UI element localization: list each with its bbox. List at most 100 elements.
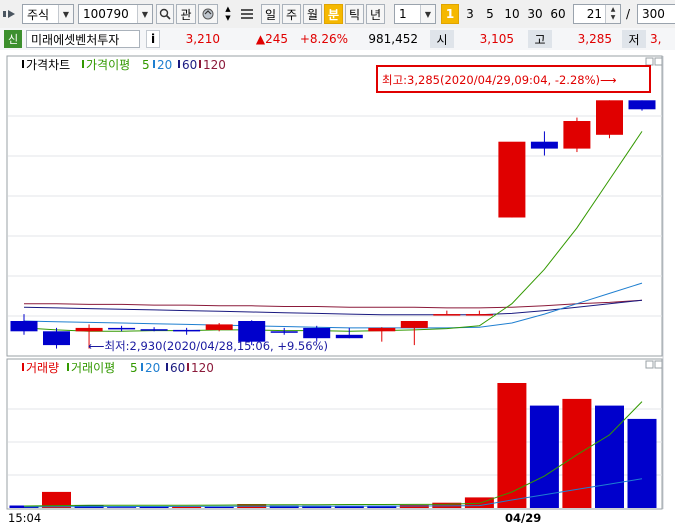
period-label: 주 — [285, 7, 298, 22]
interval-select[interactable]: 1 ▼ — [394, 4, 436, 24]
high-label: 고 — [528, 30, 552, 48]
legend-marker — [22, 363, 24, 371]
high-annotation-text: 최고:3,285(2020/04/29,09:04, -2.28%)⟶ — [382, 73, 617, 87]
change-percent: +8.26% — [292, 30, 348, 48]
legend-vol-ma5: 5 — [130, 361, 138, 375]
period-week-button[interactable]: 주 — [282, 4, 301, 24]
minute-5-button[interactable]: 5 — [481, 4, 499, 24]
low-annotation-text: ⟵최저:2,930(2020/04/28,15:06, +9.56%) — [88, 339, 328, 353]
count-spinner-icon[interactable]: ▲ ▼ — [605, 5, 620, 23]
volume-bar — [562, 398, 592, 508]
open-label-text: 시 — [436, 32, 448, 47]
legend-marker — [82, 60, 84, 68]
low-value: 3, — [650, 30, 675, 48]
candle-body — [628, 100, 656, 110]
market-type-select[interactable]: 주식 ▼ — [22, 4, 74, 24]
open-label: 시 — [430, 30, 454, 48]
close-icon[interactable] — [654, 360, 663, 369]
spin-up-icon[interactable]: ▲ — [225, 5, 230, 14]
sync-button[interactable] — [198, 4, 218, 24]
minute-label: 30 — [527, 7, 543, 21]
stock-code-input[interactable]: 100790 ▼ — [78, 4, 153, 24]
high-label-text: 고 — [534, 32, 546, 47]
minute-label: 3 — [466, 7, 474, 21]
chevron-down-icon: ▼ — [137, 5, 152, 23]
legend-marker — [22, 60, 24, 68]
period-month-button[interactable]: 월 — [303, 4, 322, 24]
legend-marker — [153, 60, 155, 68]
candle-body — [596, 100, 623, 135]
low-value-text: 3, — [650, 32, 662, 46]
legend-vol-ma-label: 거래이평 — [71, 361, 115, 375]
trade-volume: 981,452 — [352, 30, 418, 48]
close-icon[interactable] — [654, 57, 663, 66]
period-day-button[interactable]: 일 — [261, 4, 280, 24]
period-label: 일 — [264, 7, 277, 22]
x-axis-start-label: 15:04 — [8, 511, 41, 525]
count-separator: / — [623, 4, 633, 24]
minute-label: 5 — [486, 7, 494, 21]
legend-volume-title: 거래량 — [26, 361, 59, 375]
search-button[interactable] — [156, 4, 174, 24]
volume-bar — [204, 506, 234, 508]
minute-60-button[interactable]: 60 — [547, 4, 569, 24]
total-input[interactable]: 300 — [637, 4, 675, 24]
market-type-value: 주식 — [27, 7, 50, 22]
spin-down-icon[interactable]: ▼ — [225, 14, 230, 23]
volume-bar — [497, 383, 527, 508]
list-button[interactable] — [238, 4, 256, 24]
period-label: 분 — [327, 7, 340, 22]
legend-vol-ma120: 120 — [191, 361, 214, 375]
chevron-down-icon: ▼ — [58, 5, 73, 23]
link-arrow-icon[interactable] — [2, 4, 18, 24]
candle-body — [465, 314, 493, 316]
minimize-icon[interactable] — [645, 360, 654, 369]
period-year-button[interactable]: 년 — [366, 4, 385, 24]
low-label-text: 저 — [628, 32, 640, 47]
legend-vol-ma20: 20 — [145, 361, 160, 375]
chevron-down-icon: ▼ — [420, 5, 435, 23]
interval-value: 1 — [399, 7, 407, 21]
candle-body — [43, 331, 70, 346]
candle-body — [10, 321, 38, 332]
minute-1-button[interactable]: 1 — [441, 4, 459, 24]
period-tick-button[interactable]: 틱 — [345, 4, 364, 24]
code-spinner[interactable]: ▲ ▼ — [220, 4, 236, 24]
candle-body — [173, 329, 201, 332]
candle-body — [205, 324, 233, 330]
open-value: 3,105 — [458, 30, 514, 48]
candle-body — [270, 331, 298, 333]
minute-3-button[interactable]: 3 — [461, 4, 479, 24]
minute-30-button[interactable]: 30 — [524, 4, 546, 24]
count-input[interactable]: 21 ▲ ▼ — [573, 4, 621, 24]
current-price-text: 3,210 — [185, 32, 220, 46]
candle-body — [530, 141, 558, 149]
stock-name-field[interactable]: 미래에셋벤처투자 — [26, 30, 140, 48]
price-legend[interactable]: 가격차트 가격이평 5 20 60 120 — [22, 58, 226, 72]
period-minute-button[interactable]: 분 — [324, 4, 343, 24]
credit-badge-text: 신 — [7, 33, 19, 46]
watchlist-button[interactable]: 관 — [176, 4, 196, 24]
minimize-icon[interactable] — [645, 57, 654, 66]
legend-marker — [67, 363, 69, 371]
legend-ma-label: 가격이평 — [86, 58, 130, 72]
info-button[interactable]: i — [146, 30, 160, 48]
price-change-text: ▲245 — [255, 32, 288, 46]
count-value: 21 — [586, 7, 602, 21]
credit-badge: 신 — [4, 30, 22, 48]
candle-body — [368, 327, 396, 332]
candle-body — [108, 327, 136, 330]
candle-body — [433, 314, 461, 316]
toolbar: 주식 ▼ 100790 ▼ 관 ▲ ▼ 일 주 월 분 틱 년 1 ▼ 1 3 … — [0, 0, 675, 29]
legend-marker — [187, 363, 189, 371]
search-icon — [159, 8, 171, 20]
volume-bar — [627, 418, 657, 508]
list-icon — [241, 9, 253, 19]
sync-icon — [202, 8, 214, 20]
stock-name: 미래에셋벤처투자 — [31, 32, 120, 47]
period-label: 월 — [306, 7, 319, 22]
minute-10-button[interactable]: 10 — [501, 4, 523, 24]
candle-body — [563, 121, 591, 149]
candle-body — [335, 334, 363, 339]
legend-price-title: 가격차트 — [26, 58, 70, 72]
